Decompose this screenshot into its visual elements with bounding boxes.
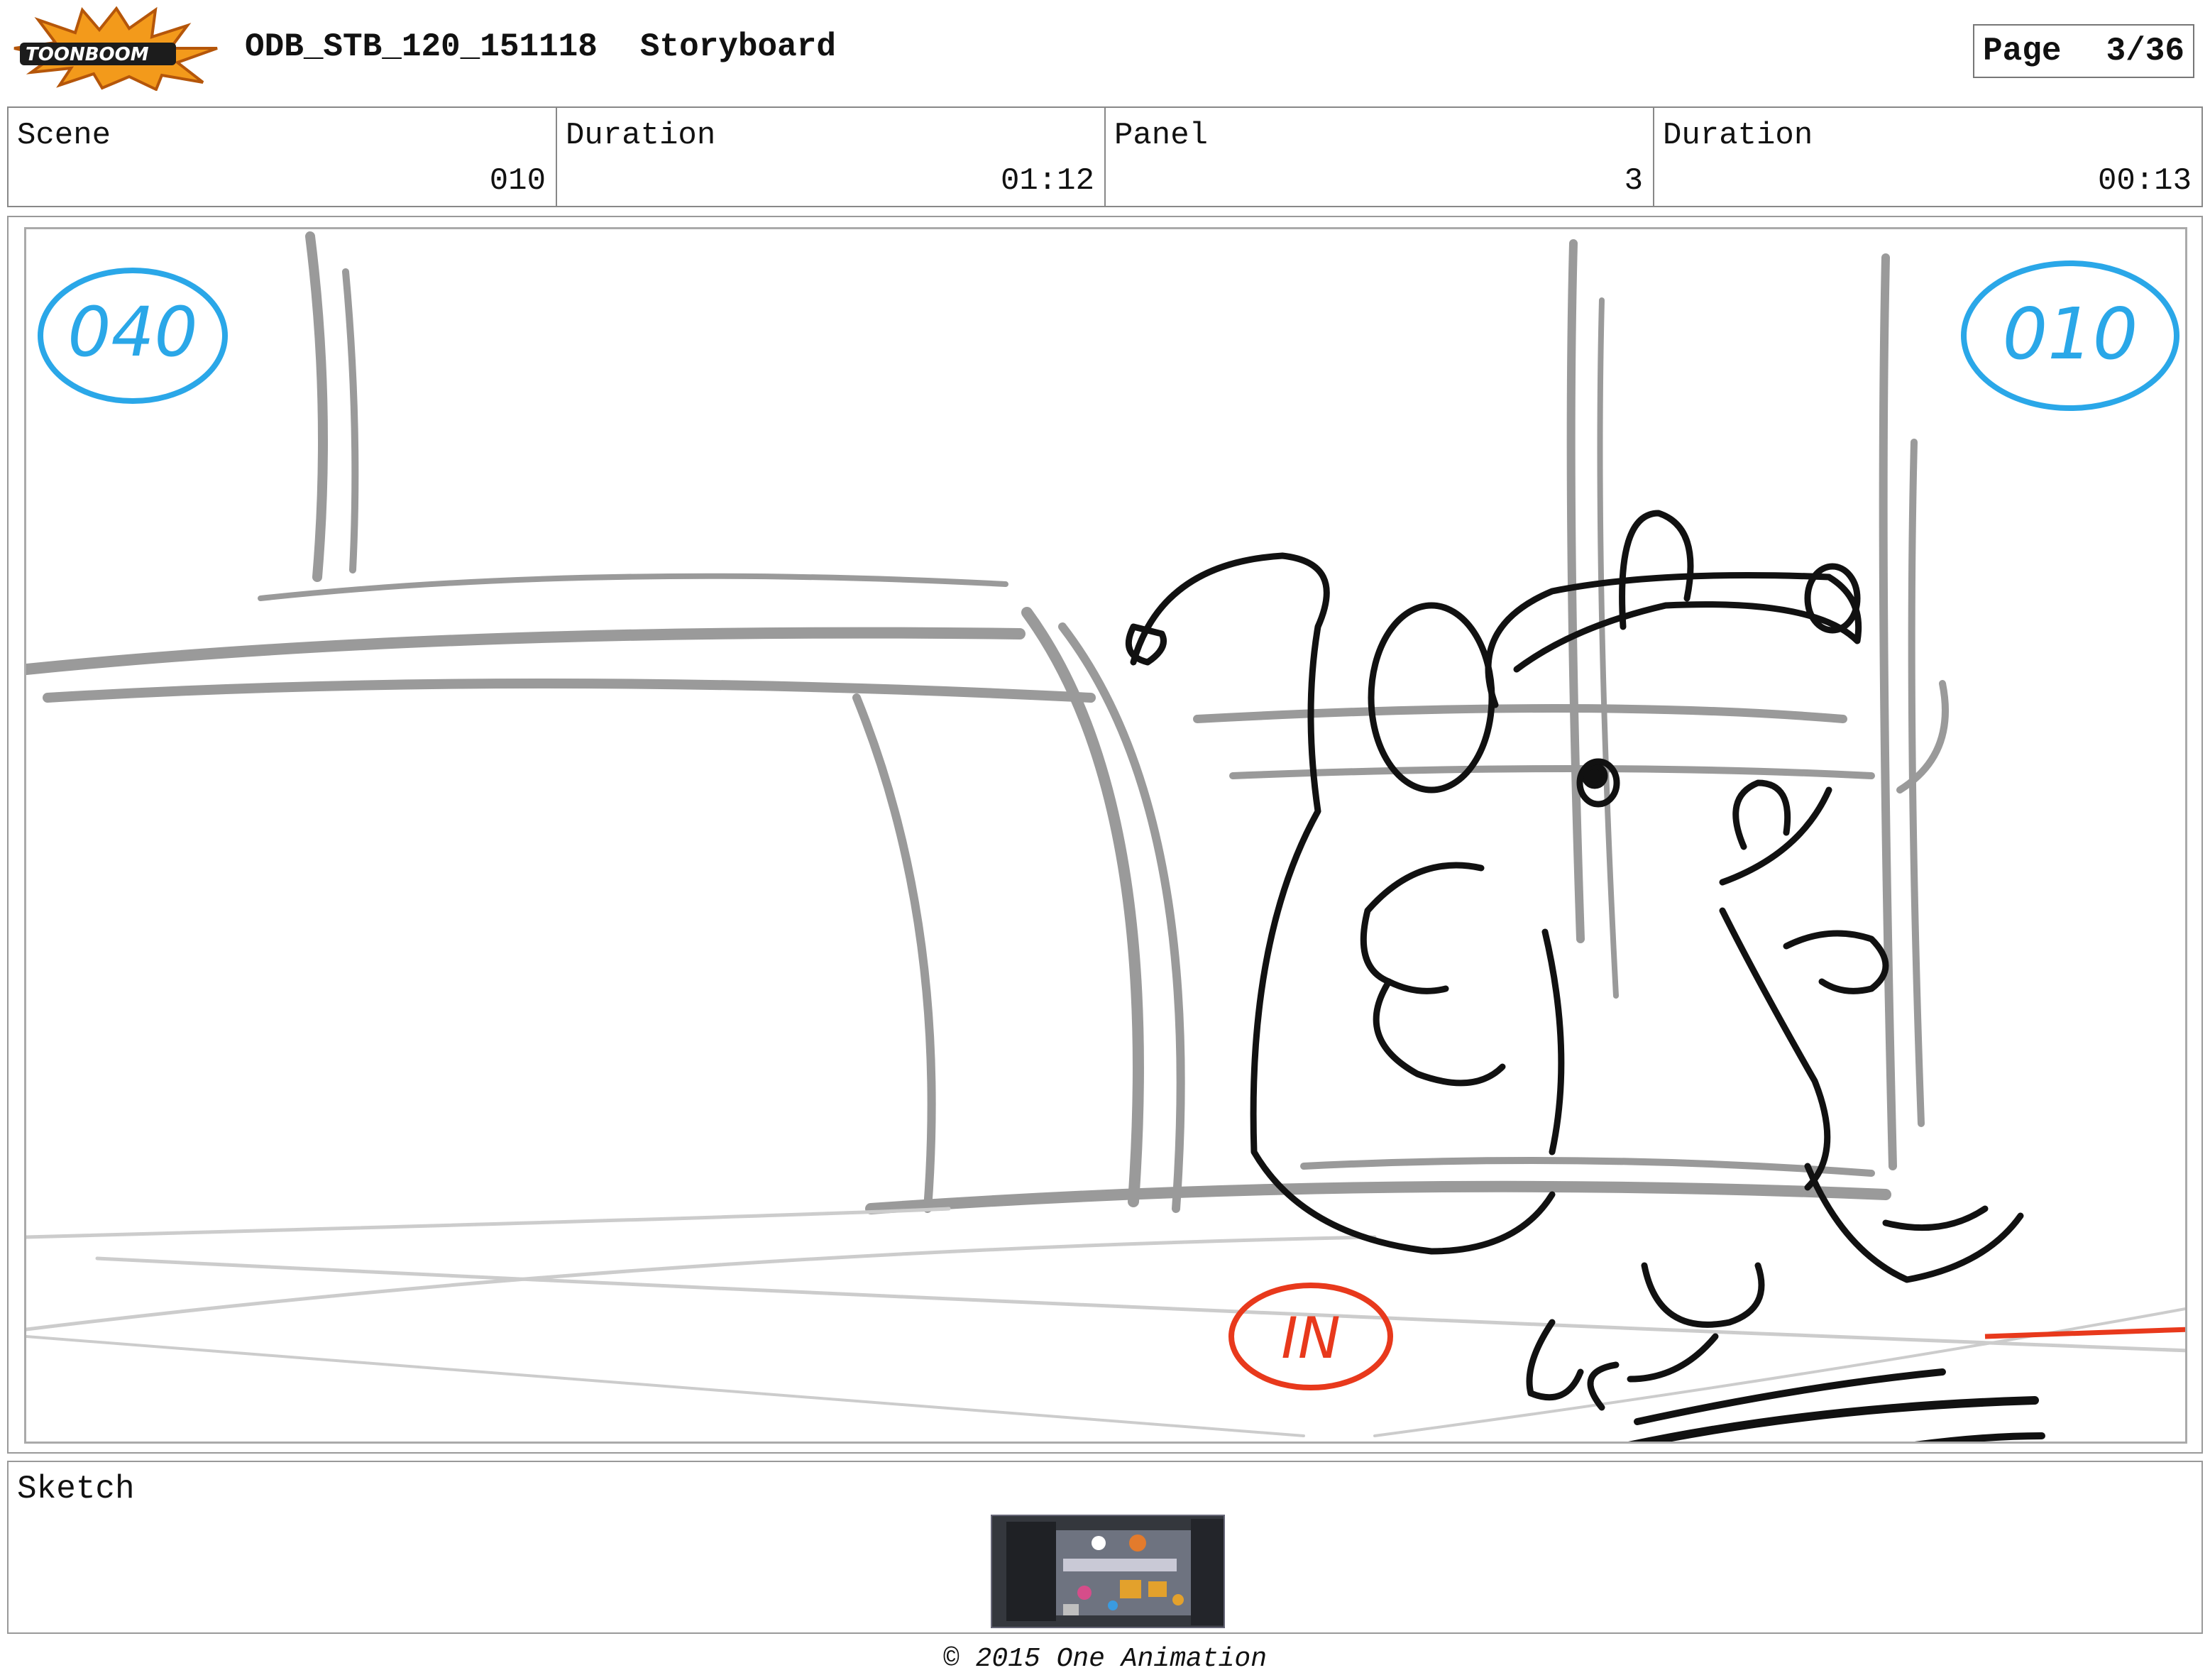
document-title: ODB_STB_120_151118 Storyboard — [245, 28, 879, 65]
background-sketch — [26, 231, 2185, 1437]
page-indicator: Page 3/36 — [1973, 24, 2194, 78]
cut-marker-left: 040 — [67, 292, 197, 372]
in-marker: IN — [1281, 1305, 1340, 1371]
panel-duration-label: Duration — [1663, 118, 1813, 153]
scene-duration-label: Duration — [566, 118, 716, 153]
document-type: Storyboard — [639, 28, 836, 65]
panel-value: 3 — [1624, 163, 1643, 199]
panel-label: Panel — [1114, 118, 1209, 153]
panel-duration-value: 00:13 — [2097, 163, 2192, 199]
toonboom-logo: TOONBOOM — [10, 4, 223, 92]
motion-guide-line — [1984, 1327, 2185, 1339]
scene-label: Scene — [17, 118, 111, 153]
page-value: 3/36 — [2106, 33, 2184, 70]
cut-marker-right: 010 — [2003, 292, 2138, 375]
scene-cell: Scene 010 — [9, 108, 557, 206]
info-row: Scene 010 Duration 01:12 Panel 3 Duratio… — [7, 106, 2203, 207]
rat-character-sketch — [1125, 510, 2045, 1442]
panel-cell: Panel 3 — [1106, 108, 1654, 206]
scene-duration-cell: Duration 01:12 — [557, 108, 1106, 206]
page-label: Page — [1983, 33, 2062, 70]
copyright-footer: © 2015 One Animation — [942, 1644, 1268, 1674]
panel-image: 040 010 IN — [24, 227, 2187, 1444]
sketch-thumbnail — [991, 1515, 1225, 1628]
sketch-label: Sketch — [17, 1471, 135, 1508]
panel-duration-cell: Duration 00:13 — [1654, 108, 2201, 206]
scene-value: 010 — [489, 163, 546, 199]
sketch-section: Sketch — [7, 1461, 2203, 1634]
scene-duration-value: 01:12 — [1000, 163, 1094, 199]
panel-frame: 040 010 IN — [7, 216, 2203, 1454]
logo-text: TOONBOOM — [26, 44, 149, 65]
project-code: ODB_STB_120_151118 — [245, 28, 598, 65]
